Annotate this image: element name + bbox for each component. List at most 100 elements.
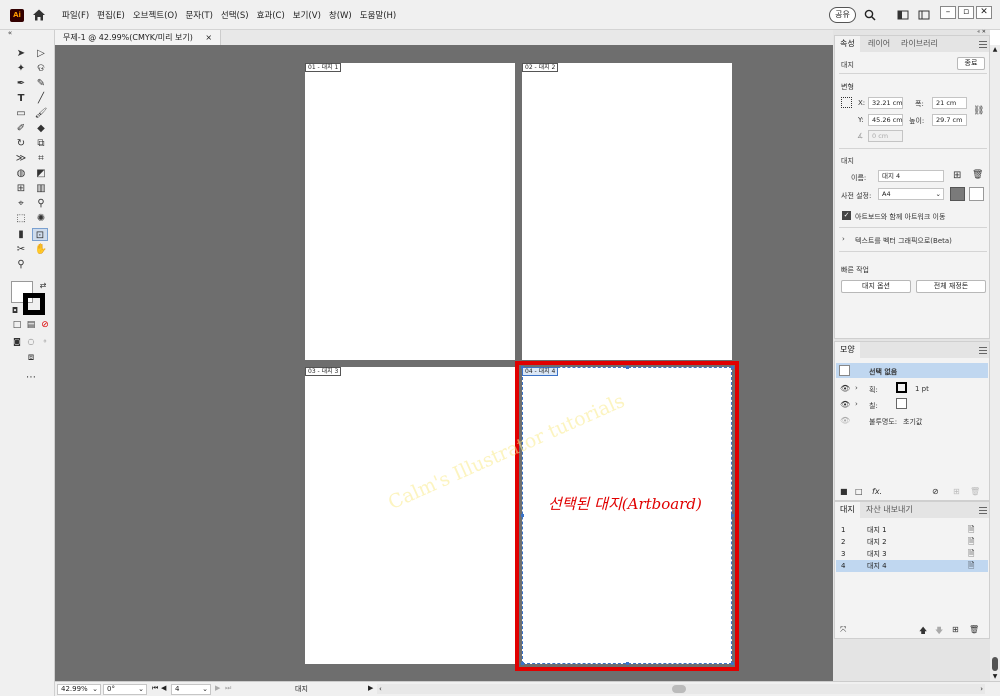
scroll-up-icon[interactable]: ▲ [990, 45, 1000, 54]
scroll-down-icon[interactable]: ▼ [990, 672, 1000, 681]
opacity-value[interactable]: 초기값 [903, 417, 922, 427]
symbol-sprayer-tool-icon[interactable]: ✺ [34, 212, 48, 225]
portrait-orientation-icon[interactable] [950, 187, 965, 201]
add-effect-icon[interactable]: fx. [872, 487, 882, 496]
move-artwork-checkbox[interactable]: ✓ [842, 211, 851, 220]
artboard-options-icon[interactable]: 🗎 [968, 536, 974, 548]
new-artboard-icon[interactable]: ⊞ [953, 170, 961, 181]
fill-color-swatch[interactable] [896, 398, 907, 409]
y-field[interactable]: 45.26 cm [868, 114, 903, 126]
menu-type[interactable]: 문자(T) [185, 9, 212, 21]
tab-libraries[interactable]: 라이브러리 [896, 36, 943, 52]
shaper-tool-icon[interactable]: ✐ [14, 122, 28, 135]
artboard-options-button[interactable]: 대지 옵션 [841, 280, 911, 293]
blend-tool-icon[interactable]: ⬚ [14, 212, 28, 225]
search-icon[interactable] [864, 9, 876, 21]
menu-window[interactable]: 창(W) [329, 9, 352, 21]
menu-effect[interactable]: 효과(C) [257, 9, 285, 21]
color-mode-icon[interactable]: □ [10, 319, 24, 332]
perspective-grid-tool-icon[interactable]: ⊞ [14, 182, 28, 195]
clear-appearance-icon[interactable]: ⊘ [932, 487, 939, 496]
move-down-icon[interactable]: 🡇 [935, 625, 943, 639]
none-mode-icon[interactable]: ⊘ [38, 319, 52, 332]
preset-select[interactable]: A4 ⌄ [878, 188, 944, 200]
maximize-button[interactable]: ▫ [958, 6, 974, 19]
workspace-switcher-icon[interactable] [918, 9, 930, 21]
panel-menu-icon[interactable] [979, 507, 987, 514]
horizontal-scrollbar[interactable]: ‹ › [377, 684, 985, 694]
stroke-expand-icon[interactable]: › [855, 384, 858, 392]
magic-wand-tool-icon[interactable]: ✦ [14, 62, 28, 75]
scroll-right-icon[interactable]: › [980, 684, 983, 694]
rearrange-all-button[interactable]: 전체 재정돈 [916, 280, 986, 293]
artboard-list-row[interactable]: 1 대지 1 🗎 [836, 524, 988, 536]
minimize-button[interactable]: – [940, 6, 956, 19]
artboard-options-icon[interactable]: 🗎 [968, 560, 974, 572]
shape-builder-tool-icon[interactable]: ◍ [14, 167, 28, 180]
move-up-icon[interactable]: 🡅 [919, 625, 927, 639]
artboard-1-label[interactable]: 01 - 대지 1 [305, 63, 342, 72]
tab-artboards[interactable]: 대지 [835, 502, 860, 518]
panel-menu-icon[interactable] [979, 347, 987, 354]
tab-properties[interactable]: 속성 [835, 36, 860, 52]
artboard-2-label[interactable]: 02 - 대지 2 [522, 63, 559, 72]
artboard-list-row[interactable]: 3 대지 3 🗎 [836, 548, 988, 560]
delete-artboard-icon[interactable]: 🗑 [972, 170, 983, 180]
draw-normal-icon[interactable]: ◙ [10, 335, 24, 348]
scroll-thumb[interactable] [992, 657, 998, 671]
menu-help[interactable]: 도움말(H) [360, 9, 396, 21]
x-field[interactable]: 32.21 cm [868, 97, 903, 109]
lasso-tool-icon[interactable]: ଡ [34, 62, 48, 75]
edit-toolbar-icon[interactable]: ⋯ [24, 371, 38, 384]
expand-chevron-icon[interactable]: › [842, 235, 845, 243]
tab-asset-export[interactable]: 자산 내보내기 [861, 502, 918, 518]
type-tool-icon[interactable]: T [14, 92, 28, 105]
opacity-visibility-eye-icon[interactable]: 👁 [840, 416, 850, 425]
fill-expand-icon[interactable]: › [855, 400, 858, 408]
zoom-field[interactable]: 42.99% ⌄ [57, 684, 101, 695]
rearrange-artboards-icon[interactable]: ⤧ [840, 625, 846, 635]
default-fill-stroke-icon[interactable]: ◘ [8, 304, 22, 317]
pen-tool-icon[interactable]: ✒ [14, 77, 28, 90]
artboard-list-row[interactable]: 2 대지 2 🗎 [836, 536, 988, 548]
rectangle-tool-icon[interactable]: ▭ [14, 107, 28, 120]
menu-object[interactable]: 오브젝트(O) [133, 9, 178, 21]
selection-tool-icon[interactable]: ➤ [14, 47, 28, 60]
stroke-swatch[interactable] [23, 293, 45, 315]
delete-artboard-icon[interactable]: 🗑 [969, 625, 979, 634]
hand-tool-icon[interactable]: ✋ [34, 243, 48, 256]
stroke-weight-value[interactable]: 1 pt [915, 385, 929, 393]
graph-tool-icon[interactable]: ▮ [14, 228, 28, 241]
reference-point-icon[interactable] [841, 97, 852, 108]
previous-artboard-icon[interactable]: ◀ [161, 684, 166, 692]
screen-mode-icon[interactable]: ⧈ [24, 351, 38, 364]
scroll-left-icon[interactable]: ‹ [379, 684, 382, 694]
artboard-name-field[interactable]: 대지 4 [878, 170, 944, 182]
artboard-3[interactable] [305, 367, 515, 664]
menu-file[interactable]: 파일(F) [62, 9, 89, 21]
end-artboard-edit-button[interactable]: 종료 [957, 57, 985, 70]
stroke-color-swatch[interactable] [896, 382, 907, 393]
menu-select[interactable]: 선택(S) [221, 9, 249, 21]
status-menu-icon[interactable]: ▶ [368, 684, 373, 692]
fill-visibility-eye-icon[interactable]: 👁 [840, 400, 850, 409]
add-new-stroke-icon[interactable]: ■ [840, 487, 848, 496]
stroke-visibility-eye-icon[interactable]: 👁 [840, 384, 850, 393]
vertical-scrollbar[interactable]: ▲ ▼ [990, 45, 1000, 681]
zoom-tool-icon[interactable]: ⚲ [14, 258, 28, 271]
next-artboard-icon[interactable]: ▶ [215, 684, 220, 692]
first-artboard-icon[interactable]: ⏮ [152, 684, 158, 693]
constrain-proportions-icon[interactable]: ⛓ [973, 106, 984, 116]
menu-edit[interactable]: 편집(E) [97, 9, 125, 21]
draw-behind-icon[interactable]: ◌ [24, 335, 38, 348]
artboard-1[interactable] [305, 63, 515, 360]
tab-layers[interactable]: 레이어 [863, 36, 895, 52]
close-tab-icon[interactable]: × [205, 33, 212, 42]
mesh-tool-icon[interactable]: ⌖ [14, 197, 28, 210]
collapse-panel-icon[interactable]: « [3, 27, 17, 40]
appearance-header-row[interactable] [836, 363, 988, 378]
close-window-button[interactable]: ✕ [976, 6, 992, 19]
artboard-options-icon[interactable]: 🗎 [968, 524, 974, 536]
hscroll-thumb[interactable] [672, 685, 686, 693]
artboard-options-icon[interactable]: 🗎 [968, 548, 974, 560]
